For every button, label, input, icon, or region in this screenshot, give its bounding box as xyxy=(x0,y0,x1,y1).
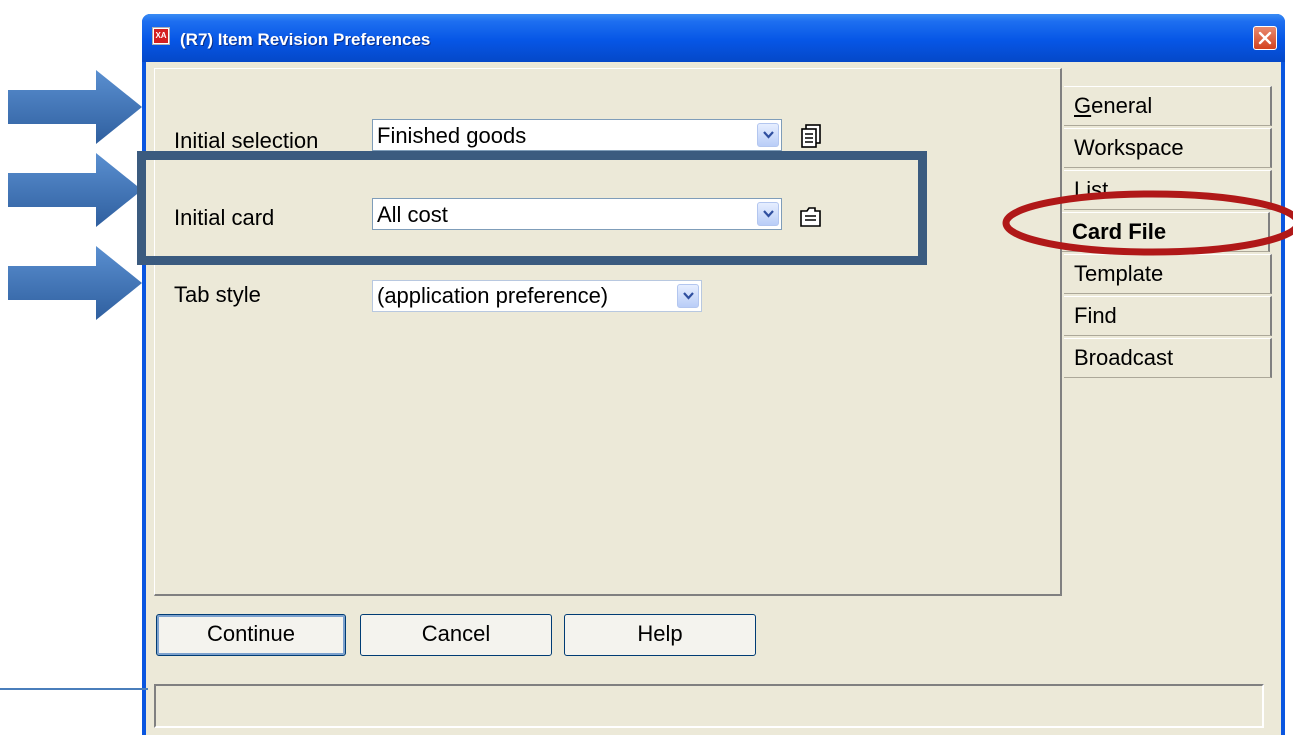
tab-workspace[interactable]: Workspace xyxy=(1064,128,1272,168)
arrow-icon xyxy=(8,246,142,320)
app-icon-text: XA xyxy=(155,31,167,40)
status-bar xyxy=(154,684,1264,728)
tab-general[interactable]: General xyxy=(1064,86,1272,126)
tab-general-mnemonic: G xyxy=(1074,93,1092,118)
initial-selection-dropdown-button[interactable] xyxy=(757,123,779,147)
help-button[interactable]: Help xyxy=(564,614,756,656)
initial-selection-value: Finished goods xyxy=(377,123,527,148)
tab-style-label: Tab style xyxy=(174,282,261,307)
selection-list-icon[interactable] xyxy=(798,123,824,149)
tab-label: Broadcast xyxy=(1074,345,1174,370)
arrow-icon xyxy=(8,70,142,144)
close-icon xyxy=(1258,31,1272,45)
dropdown-arrow-icon xyxy=(763,131,774,139)
tab-style-combo[interactable]: (application preference) xyxy=(372,280,702,312)
tab-label: General xyxy=(1074,93,1153,118)
title-bar[interactable]: XA (R7) Item Revision Preferences xyxy=(142,14,1285,62)
app-icon: XA xyxy=(152,27,170,45)
tab-template[interactable]: Template xyxy=(1064,254,1272,294)
annotation-line xyxy=(0,688,148,690)
tab-find[interactable]: Find xyxy=(1064,296,1272,336)
close-button[interactable] xyxy=(1253,26,1277,50)
dropdown-arrow-icon xyxy=(683,292,694,300)
tab-label: Workspace xyxy=(1074,135,1184,160)
highlight-box xyxy=(137,151,927,265)
arrow-icon xyxy=(8,153,142,227)
continue-button[interactable]: Continue xyxy=(156,614,346,656)
dialog-window: XA (R7) Item Revision Preferences Initia… xyxy=(142,14,1285,735)
cancel-button[interactable]: Cancel xyxy=(360,614,552,656)
tab-label: Template xyxy=(1074,261,1164,286)
tab-label: Find xyxy=(1074,303,1117,328)
tab-style-value: (application preference) xyxy=(377,283,609,308)
window-title: (R7) Item Revision Preferences xyxy=(180,30,431,49)
initial-selection-combo[interactable]: Finished goods xyxy=(372,119,782,151)
tab-broadcast[interactable]: Broadcast xyxy=(1064,338,1272,378)
highlight-ellipse xyxy=(1002,190,1293,256)
tab-style-dropdown-button[interactable] xyxy=(677,284,699,308)
